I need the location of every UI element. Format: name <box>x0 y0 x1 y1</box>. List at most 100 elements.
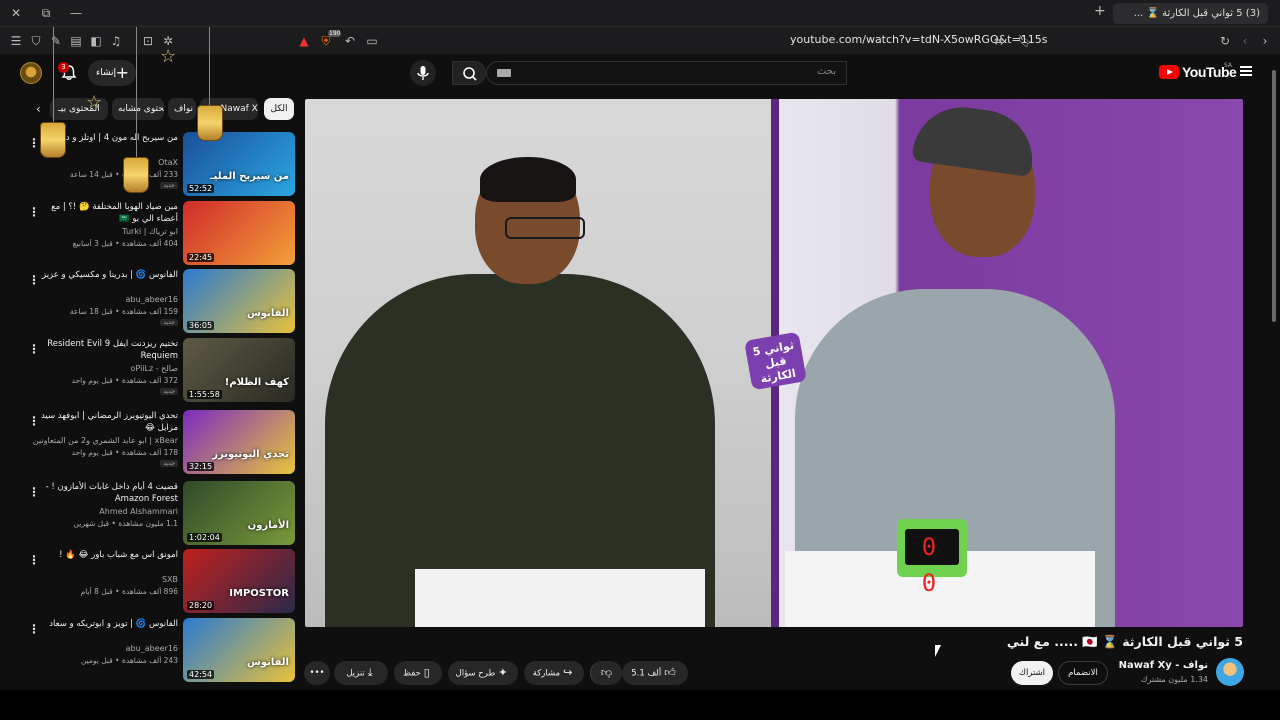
account-avatar[interactable] <box>20 62 42 84</box>
browser-maximize-icon[interactable]: ⧉ <box>38 5 54 21</box>
shield-badge: 190 <box>328 30 342 37</box>
more-vertical-icon[interactable]: ⋮ <box>28 622 40 636</box>
new-badge: جديد <box>160 460 178 467</box>
video-player[interactable]: 0 0 5 ثواني قبل الكارثة <box>305 99 1243 627</box>
browser-tab-active[interactable]: (3) 5 ثواني قبل الكارثة ⌛ ... <box>1113 3 1268 24</box>
recommendation-item[interactable]: الفانوس 36:05 الفانوس 🌀 | بدرينا و مكسيكي … <box>0 269 300 335</box>
search-input[interactable]: بحث <box>486 61 847 85</box>
recommendation-title[interactable]: تختيم ريزدنت ايفل 9 Resident Evil Requie… <box>30 338 178 362</box>
star-decoration: ☆ <box>160 46 177 67</box>
bookmark-icon[interactable]: 🔖︎ <box>1017 33 1033 49</box>
video-thumbnail[interactable]: من سيربح المليـ 52:52 <box>183 132 295 196</box>
keyboard-icon[interactable] <box>497 69 511 77</box>
recommendation-item[interactable]: تحدي اليوتيوبرز 32:15 تحدي اليوتيوبرز الرم… <box>0 410 300 476</box>
show-logo-badge: 5 ثواني قبل الكارثة <box>744 331 807 391</box>
more-vertical-icon[interactable]: ⋮ <box>28 136 40 150</box>
recommendation-channel[interactable]: xBear | ابو عابد الشمري و2 من المتعاونين… <box>30 436 178 445</box>
video-thumbnail[interactable]: 22:45 <box>183 201 295 265</box>
scrollbar-thumb[interactable] <box>1272 70 1276 322</box>
browser-tab-bar: ✕ ⧉ — + ✕ ... (3) 5 ثواني قبل الكارثة ⌛ … <box>0 0 1280 27</box>
share-button[interactable]: مشاركة ↪ <box>524 661 584 685</box>
mouse-cursor <box>935 645 941 657</box>
like-button[interactable]: 5.1 ألف 👍︎ <box>622 661 688 685</box>
chip-all[interactable]: الكل <box>264 98 294 120</box>
recommendation-channel[interactable]: abu_abeer16 <box>30 295 178 304</box>
new-tab-icon[interactable]: + <box>1094 3 1106 19</box>
recommendation-item[interactable]: الأمازون 1:02:04 قضيت 4 أيام داخل غابات ال… <box>0 481 300 547</box>
pen-icon[interactable]: ✎ <box>48 33 64 49</box>
create-button[interactable]: إنشاء + <box>88 60 136 86</box>
sidebar-icon[interactable]: ◧ <box>88 33 104 49</box>
cast-icon[interactable]: ▭ <box>364 33 380 49</box>
recommendation-title[interactable]: مين صياد الهوبا المختلفة 🤔 !؟ | مع أعضاء… <box>30 201 178 225</box>
undo-icon[interactable]: ↶ <box>342 33 358 49</box>
forward-icon[interactable]: › <box>1257 33 1273 49</box>
left-podium <box>415 569 705 627</box>
shield-icon[interactable]: ⛉ <box>28 33 44 49</box>
subscribe-button[interactable]: اشتراك <box>1011 661 1053 685</box>
recommendation-item[interactable]: كهف الظلام! 1:55:58 تختيم ريزدنت ايفل 9 Re… <box>0 338 300 404</box>
video-thumbnail[interactable]: كهف الظلام! 1:55:58 <box>183 338 295 402</box>
save-label: حفظ <box>403 668 421 679</box>
browser-minimize-icon[interactable]: — <box>68 5 84 21</box>
music-icon[interactable]: ♫ <box>108 33 124 49</box>
video-duration: 22:45 <box>187 253 215 262</box>
mic-button[interactable] <box>410 60 436 86</box>
more-vertical-icon[interactable]: ⋮ <box>28 273 40 287</box>
search-button[interactable] <box>452 61 486 85</box>
thumbnail-caption: الفانوس <box>247 657 289 668</box>
share-url-icon[interactable]: ⇋ <box>991 33 1007 49</box>
channel-name[interactable]: نواف - Nawaf Xy <box>1119 660 1208 671</box>
menu-icon[interactable]: ☰ <box>8 33 24 49</box>
recommendation-channel[interactable]: ابو ترياك | Turki <box>30 227 178 236</box>
reload-icon[interactable]: ↻ <box>1217 33 1233 49</box>
video-thumbnail[interactable]: الفانوس 42:54 <box>183 618 295 682</box>
recommendation-item[interactable]: الفانوس 42:54 الفانوس 🌀 | تويز و ابوتريكه … <box>0 618 300 684</box>
more-vertical-icon[interactable]: ⋮ <box>28 342 40 356</box>
recommendation-title[interactable]: قضيت 4 أيام داخل غابات الأمازون ! - Amaz… <box>30 481 178 505</box>
screenshot-icon[interactable]: ⊡ <box>140 33 156 49</box>
recommendation-channel[interactable]: OtaX <box>30 158 178 167</box>
video-thumbnail[interactable]: الأمازون 1:02:04 <box>183 481 295 545</box>
ask-button[interactable]: طرح سؤال ✦ <box>448 661 518 685</box>
video-thumbnail[interactable]: الفانوس 36:05 <box>183 269 295 333</box>
create-label: إنشاء <box>96 68 117 78</box>
recommendation-item[interactable]: IMPOSTOR 28:20 امونق اس مع شباب باور 😂 🔥 !… <box>0 549 300 615</box>
recommendation-title[interactable]: تحدي اليوتيوبرز الرمضاني | ابوفهد سيد مر… <box>30 410 178 434</box>
recommendation-channel[interactable]: Ahmed Alshammari <box>30 507 178 516</box>
more-horizontal-icon: ••• <box>309 668 325 678</box>
video-thumbnail[interactable]: IMPOSTOR 28:20 <box>183 549 295 613</box>
chip-similar[interactable]: محتوى مشابه <box>112 98 164 120</box>
recommendation-channel[interactable]: SXB <box>30 575 178 584</box>
guide-menu-icon[interactable] <box>1240 66 1252 76</box>
url-text[interactable]: youtube.com/watch?v=tdN-X5owRGQ&t=115s <box>790 33 1047 46</box>
dislike-button[interactable]: 👎︎ <box>590 661 622 685</box>
recommendation-title[interactable]: امونق اس مع شباب باور 😂 🔥 ! <box>30 549 178 561</box>
recommendation-title[interactable]: الفانوس 🌀 | بدرينا و مكسيكي و عزيز <box>30 269 178 281</box>
new-badge: جديد <box>160 388 178 395</box>
chips-scroll-left-icon[interactable]: ‹ <box>36 102 41 116</box>
page-scrollbar[interactable] <box>1271 62 1277 684</box>
video-thumbnail[interactable]: تحدي اليوتيوبرز 32:15 <box>183 410 295 474</box>
save-button[interactable]: حفظ ▯ <box>394 661 442 685</box>
more-vertical-icon[interactable]: ⋮ <box>28 205 40 219</box>
more-vertical-icon[interactable]: ⋮ <box>28 414 40 428</box>
recommendation-item[interactable]: 22:45 مين صياد الهوبا المختلفة 🤔 !؟ | مع … <box>0 201 300 267</box>
tabs-icon[interactable]: ▤ <box>68 33 84 49</box>
join-button[interactable]: الانضمام <box>1058 661 1108 685</box>
recommendation-title[interactable]: الفانوس 🌀 | تويز و ابوتريكه و سعاد <box>30 618 178 630</box>
thumbs-up-icon: 👍︎ <box>664 666 676 679</box>
chip-nawaf[interactable]: نواف <box>168 98 196 120</box>
back-icon[interactable]: ‹ <box>1237 33 1253 49</box>
recommendation-channel[interactable]: abu_abeer16 <box>30 644 178 653</box>
more-vertical-icon[interactable]: ⋮ <box>28 485 40 499</box>
more-vertical-icon[interactable]: ⋮ <box>28 553 40 567</box>
warning-icon[interactable]: ▲ <box>296 33 312 49</box>
browser-close-icon[interactable]: ✕ <box>8 5 24 21</box>
recommendation-channel[interactable]: صالح - oPiiLz <box>30 364 178 373</box>
download-button[interactable]: تنزيل ⤓ <box>334 661 388 685</box>
more-actions-button[interactable]: ••• <box>304 661 330 685</box>
region-code: SA <box>1224 62 1233 69</box>
lantern-decoration <box>40 122 66 158</box>
channel-avatar[interactable] <box>1216 658 1244 686</box>
